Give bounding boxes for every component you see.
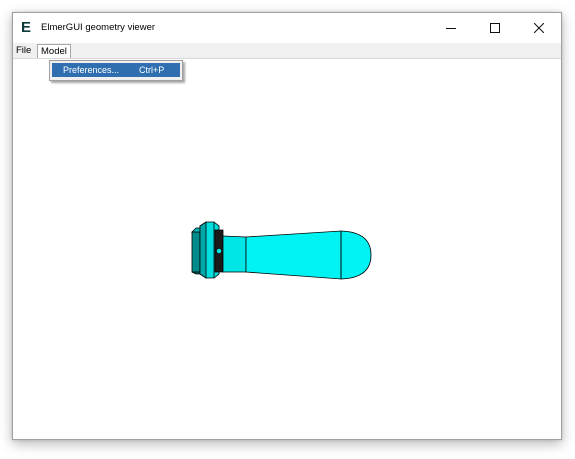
model-tip <box>340 230 372 280</box>
minimize-button[interactable] <box>429 13 473 43</box>
maximize-icon <box>490 23 500 33</box>
model-handle <box>245 230 342 280</box>
menu-file[interactable]: File <box>13 44 34 57</box>
model-hole <box>216 248 222 254</box>
close-icon <box>534 23 544 33</box>
app-window: E ElmerGUI geometry viewer File Model Pr… <box>12 12 562 440</box>
menu-item-preferences[interactable]: Preferences... Ctrl+P <box>52 63 180 77</box>
maximize-button[interactable] <box>473 13 517 43</box>
minimize-icon <box>446 28 456 29</box>
model-end-cap-bottom <box>191 271 201 275</box>
menu-model[interactable]: Model <box>37 44 71 58</box>
menu-bar: File Model <box>13 43 561 59</box>
close-button[interactable] <box>517 13 561 43</box>
model-shaft <box>222 235 247 273</box>
preferences-label: Preferences... <box>63 65 120 75</box>
window-title: ElmerGUI geometry viewer <box>41 22 156 33</box>
model-end-cap <box>191 231 201 273</box>
geometry-model[interactable] <box>189 220 375 280</box>
model-hex-nut-face <box>199 221 207 279</box>
preferences-shortcut: Ctrl+P <box>139 65 165 75</box>
model-dropdown-menu: Preferences... Ctrl+P <box>49 60 183 81</box>
title-bar[interactable]: E ElmerGUI geometry viewer <box>13 13 561 43</box>
app-icon[interactable]: E <box>21 19 35 36</box>
